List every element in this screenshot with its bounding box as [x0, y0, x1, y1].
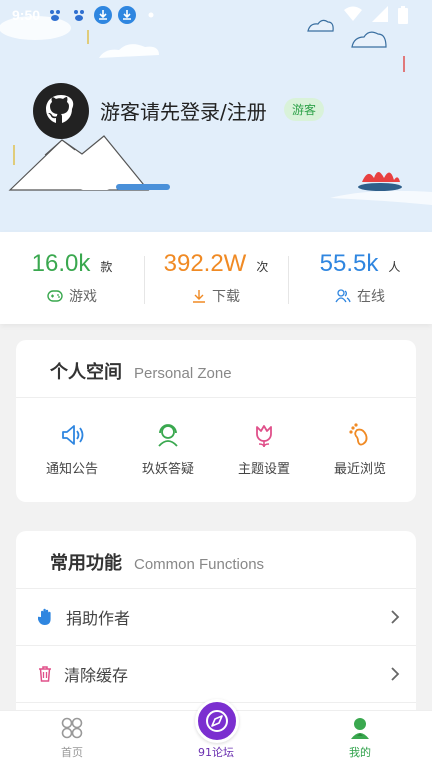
- login-register-link[interactable]: 游客请先登录/注册: [100, 96, 267, 125]
- profile-header: 9:50 游客请先登录/注册 游客: [0, 0, 432, 232]
- github-octocat-icon: [46, 95, 74, 123]
- signal-icon: [372, 6, 388, 28]
- stat-label: 下载: [212, 289, 240, 305]
- stat-games[interactable]: 16.0k 款 游戏: [0, 248, 144, 308]
- stat-value: 55.5k: [319, 250, 379, 277]
- personal-zone-card: 个人空间 Personal Zone 通知公告 玖妖答疑 主题设置 最近浏览: [16, 340, 416, 502]
- zone-item-qa[interactable]: 玖妖答疑: [120, 422, 216, 477]
- download-notification-icon: [118, 6, 137, 24]
- stat-label: 在线: [357, 289, 385, 305]
- stat-online[interactable]: 55.5k 人 在线: [288, 248, 432, 308]
- trash-icon: [39, 666, 51, 682]
- function-label: 清除缓存: [64, 666, 129, 685]
- apps-grid-icon: [61, 717, 83, 739]
- battery-icon: [398, 6, 408, 28]
- zone-item-label: 主题设置: [237, 462, 290, 477]
- paw-notification-icon: [70, 6, 88, 24]
- support-icon: [158, 424, 178, 447]
- guest-badge: 游客: [284, 98, 325, 121]
- clear-cache-row[interactable]: 清除缓存: [16, 646, 416, 703]
- card-title: 常用功能 Common Functions: [16, 531, 416, 589]
- status-bar: 9:50: [0, 0, 432, 30]
- user-avatar-icon: [351, 718, 369, 739]
- wifi-icon: [344, 6, 362, 28]
- nav-home[interactable]: 首页: [0, 711, 144, 768]
- chevron-right-icon: [391, 610, 400, 624]
- card-title: 个人空间 Personal Zone: [16, 340, 416, 398]
- stat-value: 16.0k: [31, 250, 91, 277]
- nav-label: 我的: [349, 746, 371, 759]
- zone-item-label: 通知公告: [45, 462, 98, 477]
- megaphone-icon: [62, 425, 84, 445]
- stat-unit: 款: [100, 260, 113, 274]
- stat-downloads[interactable]: 392.2W 次 下载: [144, 248, 288, 308]
- tulip-icon: [256, 425, 272, 448]
- download-icon: [193, 290, 205, 303]
- nav-mine[interactable]: 我的: [288, 711, 432, 768]
- stats-bar: 16.0k 款 游戏 392.2W 次 下载 55.5k 人 在线: [0, 232, 432, 324]
- download-notification-icon: [94, 6, 113, 24]
- footprint-icon: [349, 423, 368, 446]
- avatar[interactable]: [33, 83, 89, 139]
- nav-label: 首页: [61, 746, 83, 759]
- section-subtitle: Personal Zone: [134, 365, 232, 382]
- donate-author-row[interactable]: 捐助作者: [16, 589, 416, 646]
- stat-unit: 次: [256, 260, 269, 274]
- stat-unit: 人: [388, 260, 401, 274]
- chevron-right-icon: [391, 667, 400, 681]
- zone-item-theme[interactable]: 主题设置: [216, 422, 312, 477]
- hand-icon: [38, 608, 51, 625]
- compass-icon: [206, 710, 228, 732]
- paw-notification-icon: [46, 6, 64, 24]
- zone-item-label: 最近浏览: [333, 462, 386, 477]
- section-subtitle: Common Functions: [134, 556, 265, 573]
- stat-label: 游戏: [69, 289, 97, 305]
- nav-label: 91论坛: [198, 746, 234, 759]
- zone-item-recent[interactable]: 最近浏览: [312, 422, 408, 477]
- stat-value: 392.2W: [163, 250, 247, 277]
- dot-icon: [142, 6, 160, 24]
- section-title: 个人空间: [50, 362, 122, 383]
- function-label: 捐助作者: [66, 609, 131, 628]
- status-time: 9:50: [12, 7, 41, 23]
- users-icon: [335, 289, 351, 303]
- section-title: 常用功能: [50, 553, 122, 574]
- zone-item-notice[interactable]: 通知公告: [24, 422, 120, 477]
- forum-button[interactable]: [195, 699, 239, 743]
- gamepad-icon: [47, 290, 63, 302]
- zone-item-label: 玖妖答疑: [141, 462, 194, 477]
